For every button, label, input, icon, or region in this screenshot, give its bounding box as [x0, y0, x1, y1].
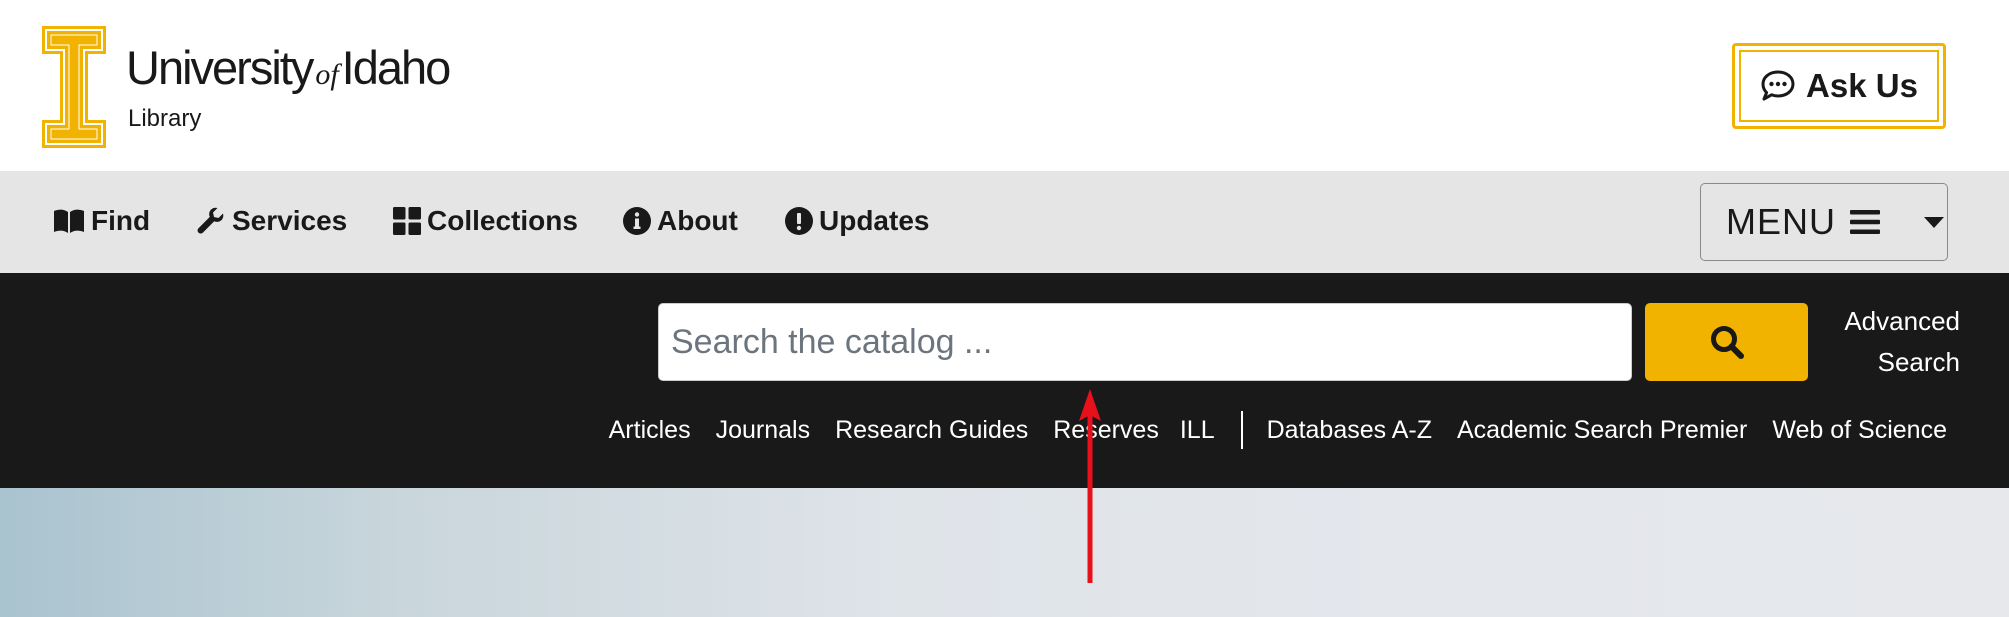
- advanced-search-link[interactable]: Advanced Search: [1820, 301, 1960, 383]
- nav-item-services[interactable]: Services: [196, 201, 347, 241]
- nav-item-find[interactable]: Find: [53, 201, 150, 241]
- nav-item-label: About: [657, 205, 738, 236]
- quick-links: Articles Journals Research Guides Reserv…: [584, 410, 1947, 450]
- hero-banner-image: [0, 488, 2009, 617]
- quick-links-divider: [1240, 411, 1243, 449]
- exclamation-circle-icon: [785, 207, 813, 235]
- nav-item-label: Updates: [819, 205, 930, 236]
- ask-us-button[interactable]: Ask Us: [1732, 43, 1946, 129]
- quick-link-academic-search-premier[interactable]: Academic Search Premier: [1457, 416, 1747, 445]
- nav-item-about[interactable]: About: [623, 201, 738, 241]
- wrench-icon: [197, 207, 224, 234]
- nav-item-label: Collections: [427, 205, 578, 236]
- catalog-search-input[interactable]: [658, 303, 1632, 381]
- search-button[interactable]: [1645, 303, 1808, 381]
- chat-bubble-icon: [1761, 70, 1795, 101]
- menu-label: MENU: [1726, 201, 1836, 242]
- logo-title-university: University: [126, 41, 314, 94]
- main-nav: Find Services Collections About Updates …: [0, 171, 2009, 273]
- hamburger-icon: [1850, 210, 1880, 234]
- quick-link-web-of-science[interactable]: Web of Science: [1772, 416, 1947, 445]
- grid-icon: [393, 207, 421, 235]
- menu-toggle-button[interactable]: MENU: [1700, 183, 1948, 261]
- quick-link-databases-a-z[interactable]: Databases A-Z: [1267, 416, 1432, 445]
- logo-title-of: of: [315, 58, 339, 91]
- site-header: University ofIdaho Library Ask Us: [0, 0, 2009, 171]
- logo-title: University ofIdaho: [126, 41, 452, 101]
- nav-item-label: Find: [91, 205, 151, 236]
- quick-link-articles[interactable]: Articles: [609, 416, 691, 445]
- search-icon: [1710, 326, 1744, 359]
- nav-item-label: Services: [232, 205, 348, 236]
- logo-title-idaho: Idaho: [341, 41, 452, 94]
- quick-link-journals[interactable]: Journals: [716, 416, 811, 445]
- search-band: Advanced Search Articles Journals Resear…: [0, 273, 2009, 488]
- logo-subtitle: Library: [128, 105, 202, 132]
- annotation-arrow-icon: [1079, 389, 1101, 583]
- quick-link-research-guides[interactable]: Research Guides: [835, 416, 1028, 445]
- nav-item-collections[interactable]: Collections: [393, 201, 578, 241]
- info-circle-icon: [623, 207, 651, 235]
- book-open-icon: [54, 209, 84, 233]
- nav-item-updates[interactable]: Updates: [785, 201, 929, 241]
- advanced-search-line1: Advanced: [1844, 306, 1960, 336]
- quick-link-ill[interactable]: ILL: [1180, 416, 1215, 445]
- logo-wordmark[interactable]: University ofIdaho Library: [126, 41, 452, 133]
- chevron-down-icon: [1924, 216, 1944, 228]
- university-i-logo[interactable]: [42, 26, 106, 148]
- advanced-search-line2: Search: [1877, 347, 1960, 377]
- ask-us-label: Ask Us: [1806, 67, 1918, 104]
